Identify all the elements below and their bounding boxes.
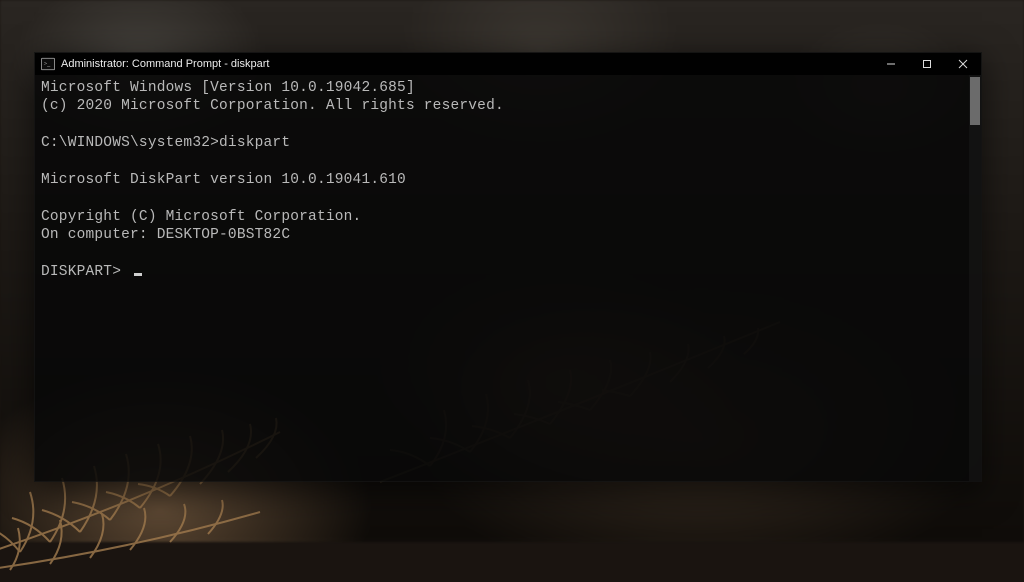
scrollbar-thumb[interactable] bbox=[970, 77, 980, 125]
terminal-output: Microsoft Windows [Version 10.0.19042.68… bbox=[41, 79, 967, 281]
terminal-line: Microsoft DiskPart version 10.0.19041.61… bbox=[41, 172, 406, 188]
terminal-cursor bbox=[134, 273, 142, 276]
window-title: Administrator: Command Prompt - diskpart bbox=[61, 58, 873, 70]
minimize-button[interactable] bbox=[873, 53, 909, 75]
minimize-icon bbox=[886, 59, 896, 69]
cmd-icon: >_ bbox=[41, 57, 55, 71]
terminal-line: Microsoft Windows [Version 10.0.19042.68… bbox=[41, 80, 415, 96]
terminal-body[interactable]: Microsoft Windows [Version 10.0.19042.68… bbox=[35, 75, 981, 481]
maximize-icon bbox=[922, 59, 932, 69]
close-icon bbox=[958, 59, 968, 69]
vertical-scrollbar[interactable] bbox=[969, 75, 981, 481]
terminal-line: On computer: DESKTOP-0BST82C bbox=[41, 227, 290, 243]
window-controls bbox=[873, 53, 981, 75]
command-prompt-window[interactable]: >_ Administrator: Command Prompt - diskp… bbox=[34, 52, 982, 482]
window-titlebar[interactable]: >_ Administrator: Command Prompt - diskp… bbox=[35, 53, 981, 75]
close-button[interactable] bbox=[945, 53, 981, 75]
terminal-line: DISKPART> bbox=[41, 264, 130, 280]
svg-text:>_: >_ bbox=[44, 61, 51, 67]
terminal-line: C:\WINDOWS\system32>diskpart bbox=[41, 135, 290, 151]
maximize-button[interactable] bbox=[909, 53, 945, 75]
terminal-line: (c) 2020 Microsoft Corporation. All righ… bbox=[41, 98, 504, 114]
terminal-line: Copyright (C) Microsoft Corporation. bbox=[41, 209, 361, 225]
